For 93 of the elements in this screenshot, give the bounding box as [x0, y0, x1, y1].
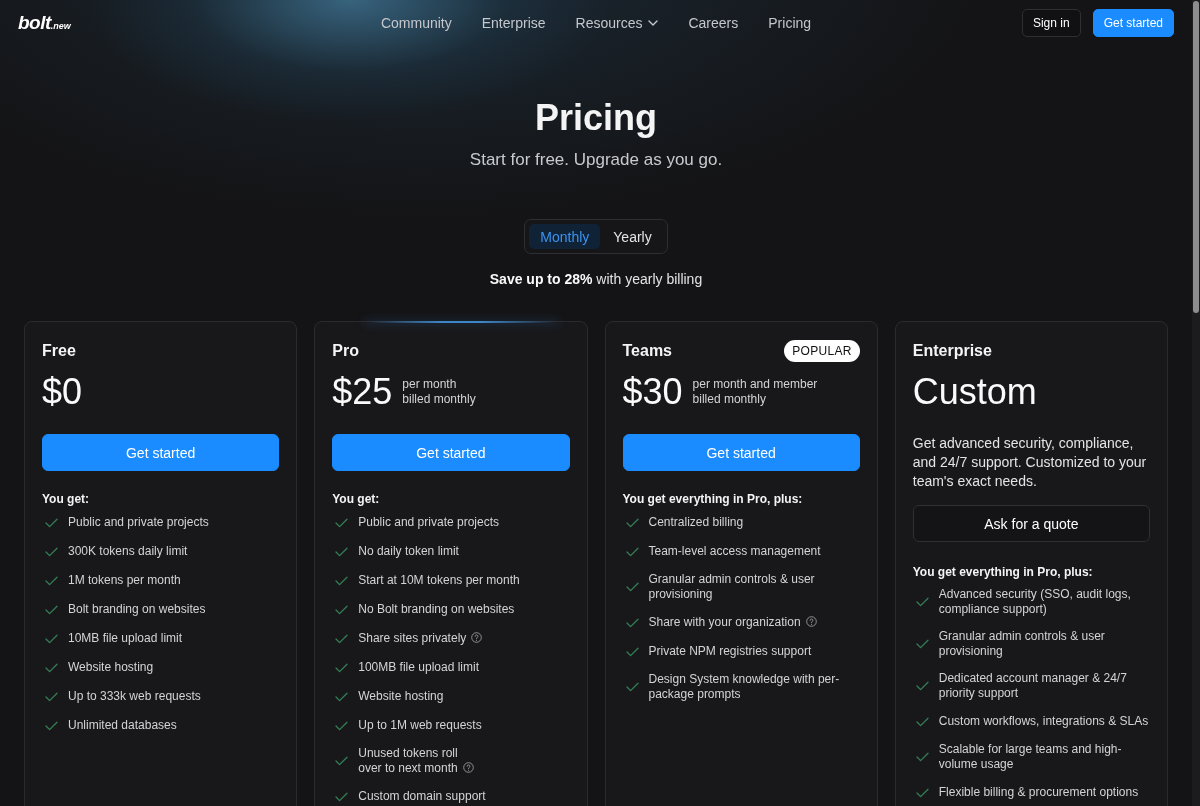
check-icon — [915, 639, 929, 649]
check-icon — [915, 597, 929, 607]
nav-link[interactable]: Resources — [575, 15, 659, 31]
feature-text: Unused tokens roll over to next month — [358, 746, 458, 775]
feature-text: 300K tokens daily limit — [68, 544, 188, 558]
scrollbar-thumb[interactable] — [1193, 1, 1199, 313]
billing-option[interactable]: Monthly — [529, 224, 601, 249]
check-icon — [45, 691, 58, 702]
feature-text: Start at 10M tokens per month — [358, 573, 520, 587]
sign-in-button[interactable]: Sign in — [1021, 9, 1081, 37]
feature-text: Flexible billing & procurement options — [938, 785, 1139, 799]
feature-text: Public and private projects — [358, 515, 499, 529]
plan-name: Teams — [622, 341, 672, 361]
feature-text: No daily token limit — [358, 544, 459, 558]
feature-text: Centralized billing — [648, 515, 744, 529]
nav-link[interactable]: Careers — [688, 15, 739, 31]
check-icon — [45, 662, 58, 673]
feature-text: Granular admin controls & user provisioning — [648, 572, 815, 601]
check-icon — [625, 617, 639, 628]
check-icon — [335, 633, 349, 644]
feature-text: 1M tokens per month — [68, 573, 181, 587]
feature-text: Website hosting — [68, 660, 154, 674]
help-icon[interactable] — [805, 616, 817, 627]
check-icon — [335, 756, 349, 766]
feature-text: 100MB file upload limit — [358, 660, 479, 674]
check-icon — [625, 546, 639, 557]
billing-option[interactable]: Yearly — [602, 224, 663, 249]
feature-text: Share sites privately — [358, 631, 467, 645]
help-icon[interactable] — [471, 632, 483, 643]
plan-price: $25 — [332, 370, 393, 414]
check-icon — [45, 546, 58, 557]
plan-price: Custom — [912, 370, 1037, 414]
check-icon — [45, 604, 58, 615]
plan-button[interactable]: Ask for a quote — [912, 505, 1150, 542]
feature-text: Scalable for large teams and high-volume usage — [938, 742, 1122, 771]
help-icon[interactable] — [462, 762, 474, 773]
savings-note: Save up to 28% with yearly billing — [489, 270, 703, 288]
feature-text: Advanced security (SSO, audit logs, compliance support) — [938, 587, 1131, 616]
price-note: per month billed monthly — [402, 377, 476, 407]
plan-name: Free — [42, 341, 76, 361]
feature-text: No Bolt branding on websites — [358, 602, 515, 616]
check-icon — [335, 546, 349, 557]
check-icon — [625, 646, 639, 657]
feature-text: Up to 333k web requests — [68, 689, 201, 703]
check-icon — [45, 517, 58, 528]
feature-text: Public and private projects — [68, 515, 209, 529]
check-icon — [335, 662, 349, 673]
plan-name: Pro — [332, 341, 359, 361]
features-heading: You get: — [332, 491, 381, 507]
feature-text: Bolt branding on websites — [68, 602, 206, 616]
check-icon — [45, 720, 58, 731]
nav-link[interactable]: Pricing — [768, 15, 812, 31]
nav-link[interactable]: Community — [380, 15, 452, 31]
feature-text: Website hosting — [358, 689, 444, 703]
check-icon — [915, 716, 929, 727]
features-heading: You get everything in Pro, plus: — [912, 564, 1094, 580]
feature-text: Dedicated account manager & 24/7 priority support — [938, 671, 1127, 700]
check-icon — [335, 691, 349, 702]
check-icon — [915, 681, 929, 691]
plan-price: $30 — [622, 370, 683, 414]
check-icon — [335, 517, 349, 528]
feature-text: Granular admin controls & user provisioning — [938, 629, 1105, 658]
feature-text: Unlimited databases — [68, 718, 177, 732]
feature-text: 10MB file upload limit — [68, 631, 183, 645]
check-icon — [625, 682, 639, 692]
feature-text: Custom domain support — [358, 789, 486, 803]
check-icon — [335, 720, 349, 731]
check-icon — [625, 517, 639, 528]
feature-text: Custom workflows, integrations & SLAs — [938, 714, 1149, 728]
feature-text: Share with your organization — [648, 615, 801, 629]
check-icon — [45, 575, 58, 586]
check-icon — [915, 787, 929, 798]
nav-link[interactable]: Enterprise — [481, 15, 546, 31]
check-icon — [45, 633, 58, 644]
plan-badge: POPULAR — [784, 340, 860, 362]
check-icon — [335, 791, 349, 802]
plan-name: Enterprise — [912, 341, 992, 361]
features-heading: You get: — [42, 491, 91, 507]
plan-price: $0 — [42, 370, 83, 414]
page-subtitle: Start for free. Upgrade as you go. — [469, 149, 723, 171]
check-icon — [335, 575, 349, 586]
plan-description: Get advanced security, compliance, and 24/7 support. Customized to your team's exact needs. — [912, 434, 1148, 491]
check-icon — [625, 582, 639, 592]
feature-text: Up to 1M web requests — [358, 718, 482, 732]
page-title: Pricing — [535, 96, 657, 140]
feature-text: Team-level access management — [648, 544, 821, 558]
features-heading: You get everything in Pro, plus: — [622, 491, 804, 507]
logo-link[interactable]: bolt.new — [18, 12, 71, 34]
price-note: per month and member billed monthly — [692, 377, 818, 407]
check-icon — [335, 604, 349, 615]
check-icon — [915, 752, 929, 762]
feature-text: Design System knowledge with per-package prompts — [648, 672, 840, 701]
feature-text: Private NPM registries support — [648, 644, 812, 658]
